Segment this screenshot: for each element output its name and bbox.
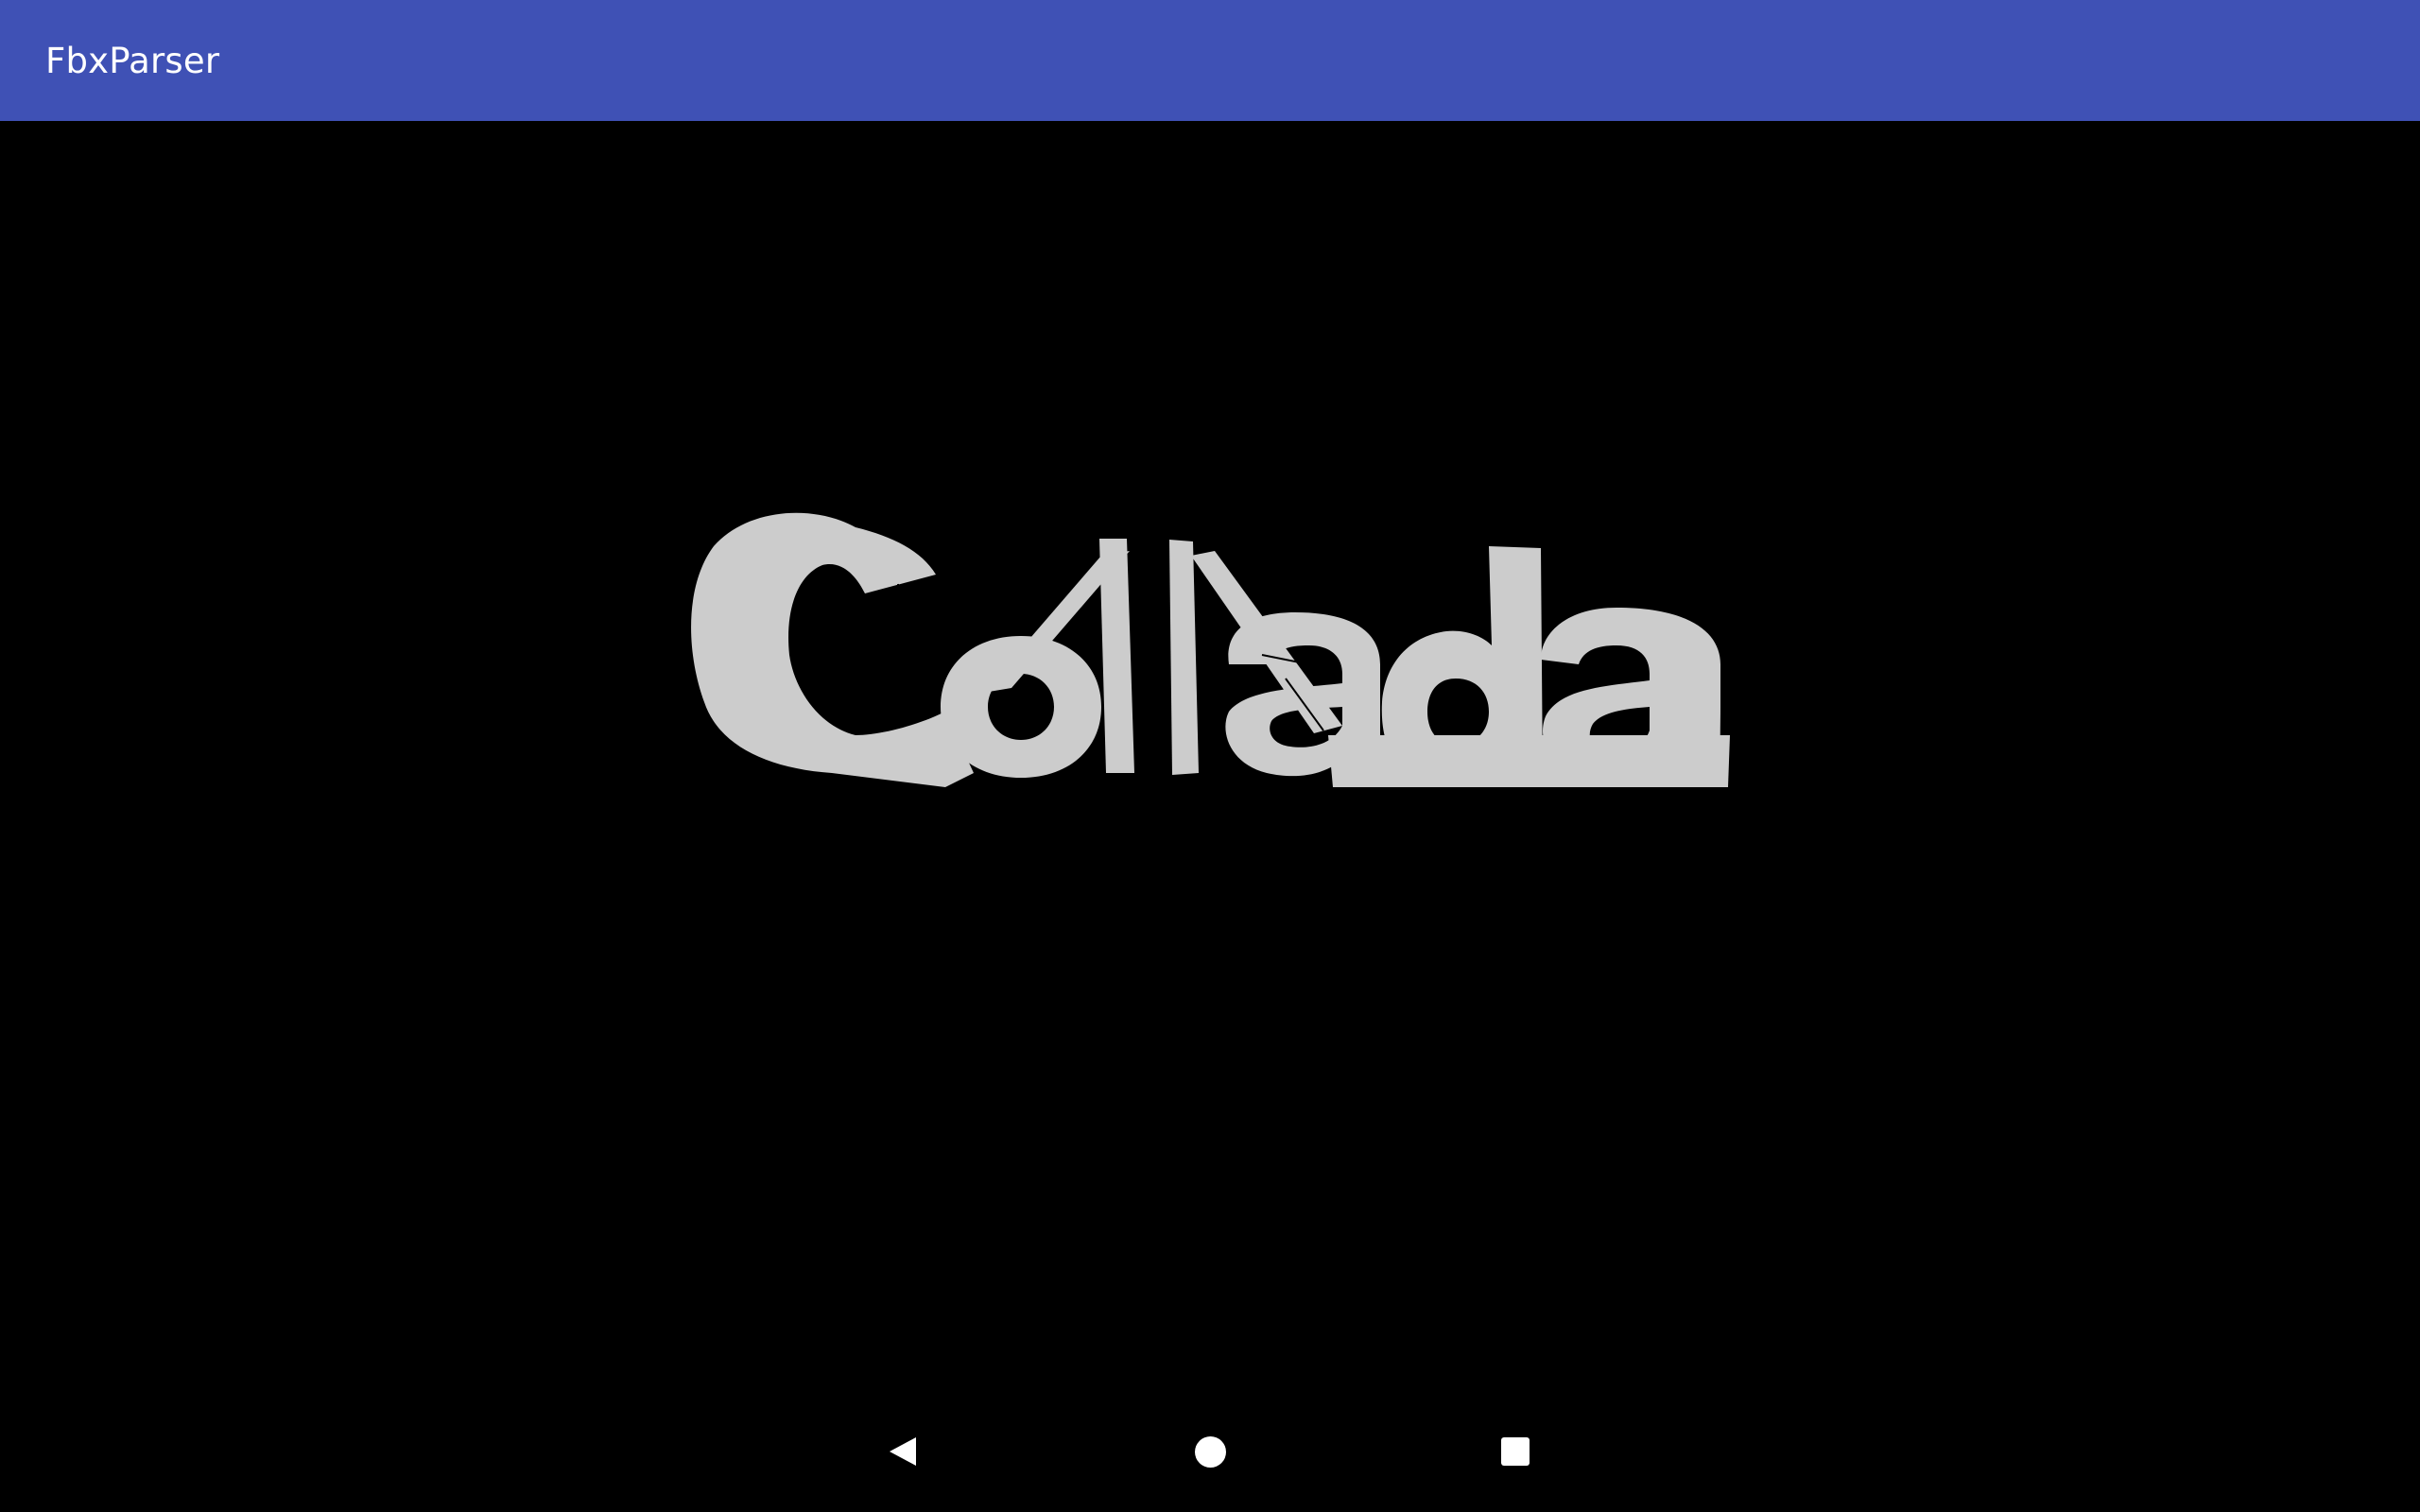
home-circle-icon: [1194, 1435, 1226, 1468]
rendered-3d-model: [691, 512, 1730, 787]
home-button[interactable]: [1172, 1414, 1248, 1489]
app-screen: FbxParser: [0, 0, 2420, 1512]
app-bar: FbxParser: [0, 0, 2420, 121]
gl-render-viewport[interactable]: [0, 121, 2420, 1391]
mesh-glyph-c: [691, 512, 974, 787]
overlapping-collada-mesh: [691, 512, 1730, 787]
system-navigation-bar: [0, 1391, 2420, 1512]
app-title: FbxParser: [45, 40, 220, 81]
back-button[interactable]: [867, 1414, 942, 1489]
recents-button[interactable]: [1478, 1414, 1553, 1489]
mesh-glyph-l-2: [1169, 540, 1199, 775]
recents-square-icon: [1501, 1437, 1530, 1466]
mesh-glyph-base: [1328, 735, 1730, 787]
back-triangle-icon: [890, 1437, 916, 1466]
